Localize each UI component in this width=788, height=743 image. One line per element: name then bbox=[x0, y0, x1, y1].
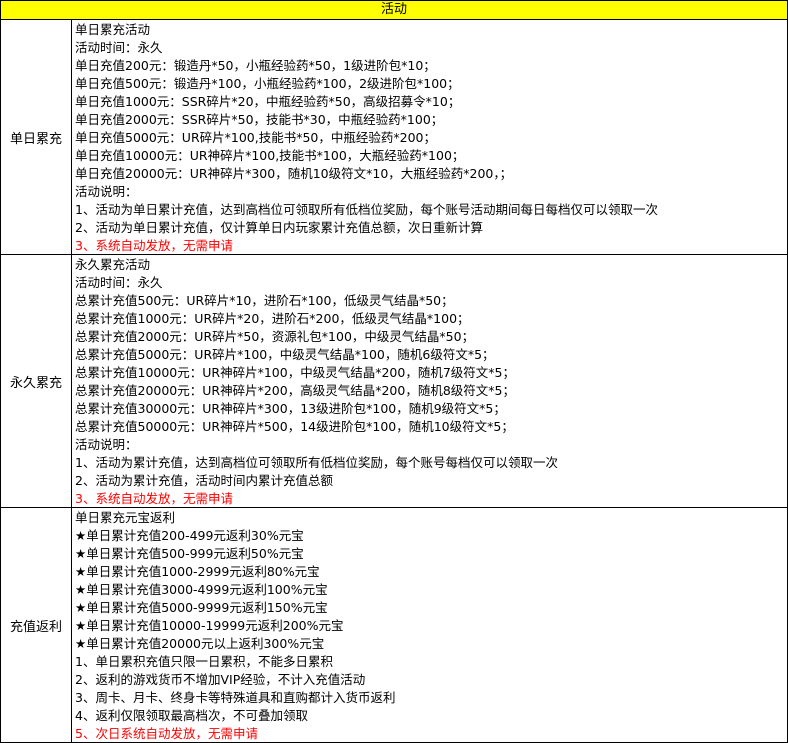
text-line: 单日充值20000元：UR神碎片*300，随机10级符文*10，大瓶经验药*20… bbox=[75, 166, 513, 181]
text-line: ★单日累计充值1000-2999元返利80%元宝 bbox=[75, 564, 320, 579]
text-line: 单日充值500元：锻造丹*100，小瓶经验药*100，2级进阶包*100； bbox=[75, 76, 460, 91]
text-line: ★单日累计充值200-499元返利30%元宝 bbox=[75, 528, 304, 543]
text-line: 总累计充值20000元：UR神碎片*200，高级灵气结晶*200，随机8级符文*… bbox=[75, 383, 515, 398]
text-line: 总累计充值10000元：UR神碎片*100，中级灵气结晶*200，随机7级符文*… bbox=[75, 365, 515, 380]
section-body: 永久累充活动 活动时间：永久总累计充值500元：UR碎片*10，进阶石*100，低… bbox=[75, 256, 783, 508]
text-line: ★单日累计充值3000-4999元返利100%元宝 bbox=[75, 582, 328, 597]
section-label: 充值返利 bbox=[1, 508, 72, 742]
text-line: 3、周卡、月卡、终身卡等特殊道具和直购都计入货币返利 bbox=[75, 690, 396, 705]
section-permanent-recharge: 永久累充 永久累充活动 活动时间：永久总累计充值500元：UR碎片*10，进阶石*… bbox=[0, 255, 788, 508]
text-line: 活动说明： bbox=[75, 437, 138, 452]
text-line: 活动说明： bbox=[75, 184, 138, 199]
section-label: 永久累充 bbox=[1, 255, 72, 507]
section-daily-recharge: 单日累充 单日累充活动 活动时间：永久单日充值200元：锻造丹*50，小瓶经验药*… bbox=[0, 20, 788, 255]
text-line: 总累计充值500元：UR碎片*10，进阶石*100，低级灵气结晶*50； bbox=[75, 293, 454, 308]
text-line: 单日充值10000元：UR神碎片*100,技能书*100，大瓶经验药*100； bbox=[75, 148, 465, 163]
text-line: 总累计充值50000元：UR神碎片*500，14级进阶包*100，随机10级符文… bbox=[75, 419, 514, 434]
red-note-line: 5、次日系统自动发放，无需申请 bbox=[75, 726, 258, 741]
text-line: 1、单日累积充值只限一日累积，不能多日累积 bbox=[75, 654, 333, 669]
text-line: 1、活动为单日累计充值，达到高档位可领取所有低档位奖励，每个账号活动期间每日每档… bbox=[75, 202, 658, 217]
text-line: 活动时间：永久 bbox=[75, 275, 163, 290]
sheet-header: 活动 bbox=[0, 0, 788, 20]
text-line: 4、返利仅限领取最高档次，不可叠加领取 bbox=[75, 708, 308, 723]
text-line: 活动时间：永久 bbox=[75, 40, 163, 55]
text-line: 单日累充活动 bbox=[75, 22, 151, 37]
text-line: 单日充值5000元：UR碎片*100,技能书*50，中瓶经验药*200； bbox=[75, 130, 436, 145]
text-line: 总累计充值5000元：UR碎片*100，中级灵气结晶*100，随机6级符文*5； bbox=[75, 347, 495, 362]
text-line: 永久累充活动 bbox=[75, 257, 151, 272]
section-body: 单日累充活动 活动时间：永久单日充值200元：锻造丹*50，小瓶经验药*50，1级… bbox=[75, 21, 783, 255]
text-line: ★单日累计充值5000-9999元返利150%元宝 bbox=[75, 600, 328, 615]
text-line: 总累计充值1000元：UR碎片*20，进阶石*200，低级灵气结晶*100； bbox=[75, 311, 470, 326]
red-note-line: 3、系统自动发放，无需申请 bbox=[75, 238, 233, 253]
text-line: 单日充值200元：锻造丹*50，小瓶经验药*50，1级进阶包*10； bbox=[75, 58, 436, 73]
text-line: ★单日累计充值20000元以上返利300%元宝 bbox=[75, 636, 325, 651]
section-recharge-rebate: 充值返利 单日累充元宝返利 ★单日累计充值200-499元返利30%元宝 ★单日累计… bbox=[0, 508, 788, 743]
text-line: 总累计充值30000元：UR神碎片*300，13级进阶包*100，随机9级符文*… bbox=[75, 401, 506, 416]
text-line: 1、活动为累计充值，达到高档位可领取所有低档位奖励，每个账号每档仅可以领取一次 bbox=[75, 455, 558, 470]
section-body: 单日累充元宝返利 ★单日累计充值200-499元返利30%元宝 ★单日累计充值500… bbox=[75, 509, 783, 743]
section-label: 单日累充 bbox=[1, 20, 72, 254]
red-note-line: 3、系统自动发放，无需申请 bbox=[75, 491, 233, 506]
text-line: 单日充值1000元：SSR碎片*20，中瓶经验药*50，高级招募令*10； bbox=[75, 94, 461, 109]
activity-sheet: 活动 单日累充 单日累充活动 活动时间：永久 单日充值200元：锻造丹*50，小瓶经… bbox=[0, 0, 788, 743]
text-line: 单日累充元宝返利 bbox=[75, 510, 176, 525]
text-line: 2、返利的游戏货币不增加VIP经验，不计入充值活动 bbox=[75, 672, 366, 687]
text-line: 单日充值2000元：SSR碎片*50，技能书*30，中瓶经验药*100； bbox=[75, 112, 444, 127]
text-line: ★单日累计充值500-999元返利50%元宝 bbox=[75, 546, 304, 561]
text-line: 总累计充值2000元：UR碎片*50，资源礼包*100，中级灵气结晶*50； bbox=[75, 329, 475, 344]
text-line: ★单日累计充值10000-19999元返利200%元宝 bbox=[75, 618, 344, 633]
text-line: 2、活动为累计充值，活动时间内累计充值总额 bbox=[75, 473, 333, 488]
text-line: 2、活动为单日累计充值，仅计算单日内玩家累计充值总额，次日重新计算 bbox=[75, 220, 483, 235]
